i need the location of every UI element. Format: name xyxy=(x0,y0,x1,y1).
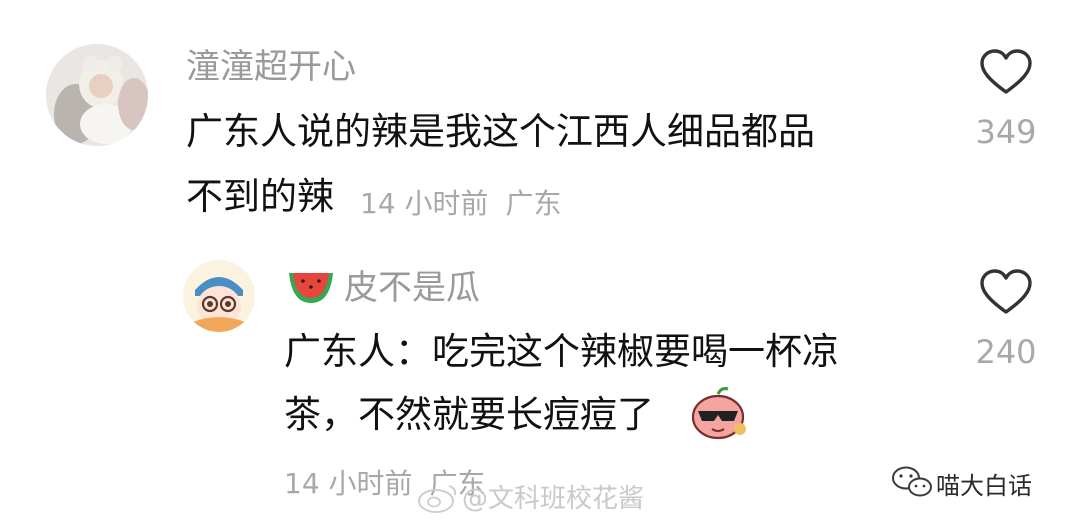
comment-location: 广东 xyxy=(505,187,562,220)
reply-time: 14 小时前 xyxy=(284,467,413,500)
reply-username[interactable]: 皮不是瓜 xyxy=(344,268,480,308)
avatar[interactable] xyxy=(46,44,148,146)
wechat-watermark: 喵大白话 xyxy=(936,472,1032,500)
reply-text-continued: 茶，不然就要长痘痘了 xyxy=(284,393,654,436)
reply-text: 广东人：吃完这个辣椒要喝一杯凉 xyxy=(284,330,839,373)
comment-time: 14 小时前 xyxy=(360,187,489,220)
comment-text: 广东人说的辣是我这个江西人细品都品 xyxy=(186,110,815,153)
cool-sunglasses-peach-sticker-icon xyxy=(690,385,750,441)
avatar[interactable] xyxy=(183,260,255,332)
watermelon-icon xyxy=(286,267,336,307)
comment-text-continued: 不到的辣 xyxy=(186,175,334,218)
heart-icon[interactable] xyxy=(978,268,1034,316)
like-count: 240 xyxy=(975,333,1037,371)
comment-username[interactable]: 潼潼超开心 xyxy=(186,47,356,87)
like-count: 349 xyxy=(975,113,1037,151)
heart-icon[interactable] xyxy=(978,48,1034,96)
weibo-watermark: @文科班校花酱 xyxy=(462,484,645,514)
comment-meta: 14 小时前 广东 xyxy=(360,182,561,222)
